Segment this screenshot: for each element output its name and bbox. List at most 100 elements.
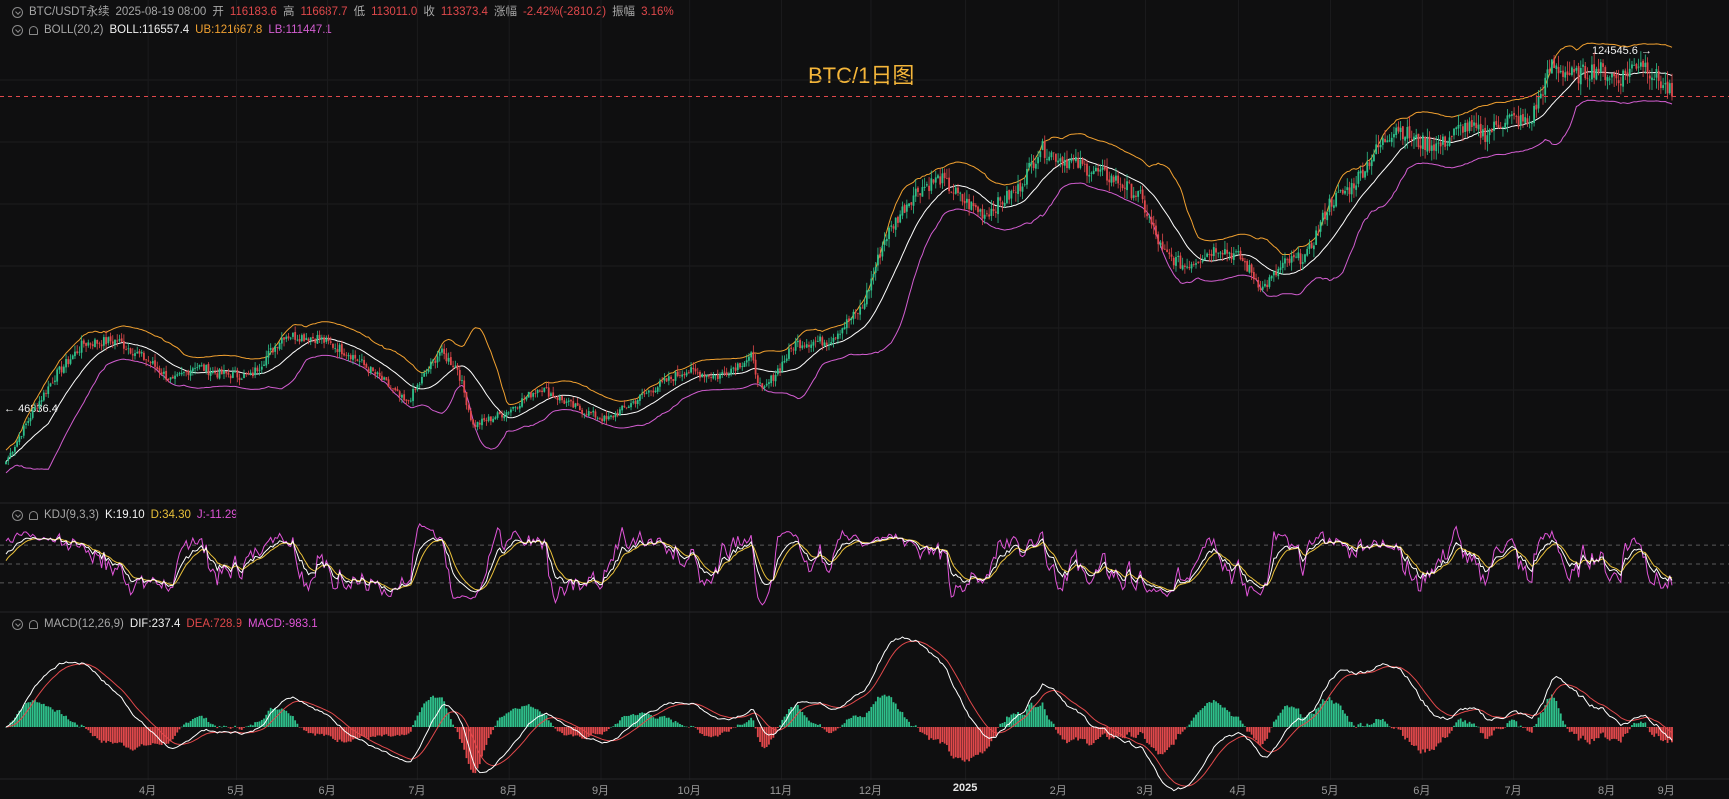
candle-body	[1288, 258, 1291, 264]
macd-bar	[1350, 722, 1353, 727]
macd-bar	[870, 706, 873, 727]
candle-body	[443, 348, 446, 355]
macd-bar	[1557, 708, 1560, 727]
candle-body	[1279, 267, 1282, 270]
candle-body	[1666, 81, 1669, 94]
macd-bar	[1539, 713, 1542, 727]
candle-body	[674, 372, 677, 381]
x-tick-label: 8月	[1598, 785, 1616, 797]
candle-body	[229, 375, 232, 379]
candle-body	[1119, 183, 1122, 185]
candle-body	[1466, 122, 1469, 132]
macd-bar	[1052, 723, 1055, 727]
candle-body	[1526, 118, 1529, 125]
candle-body	[51, 382, 54, 384]
candle-body	[1146, 213, 1148, 217]
candle-body	[1582, 64, 1584, 67]
candle-body	[1023, 184, 1026, 186]
macd-bar	[249, 724, 252, 727]
candle-body	[1517, 116, 1520, 127]
macd-bar	[100, 727, 103, 743]
macd-bar	[1395, 727, 1398, 728]
candle-body	[645, 392, 648, 394]
macd-bar	[1602, 727, 1604, 733]
macd-bar	[1241, 723, 1244, 727]
candle-body	[823, 342, 826, 346]
macd-bar	[1317, 707, 1320, 727]
candle-body	[385, 377, 388, 381]
candle-body	[1644, 62, 1647, 68]
macd-bar	[185, 722, 188, 727]
macd-bar	[1466, 723, 1469, 727]
candle-body	[1528, 122, 1531, 124]
macd-bar	[234, 725, 237, 727]
macd-bar	[1141, 727, 1144, 734]
macd-bar	[134, 727, 136, 750]
candle-body	[1381, 138, 1384, 145]
candle-body	[774, 374, 777, 382]
macd-bar	[961, 727, 964, 761]
candle-body	[745, 360, 748, 363]
candle-body	[1201, 260, 1204, 262]
candle-body	[454, 365, 457, 367]
candle-body	[1175, 257, 1177, 266]
candle-body	[1553, 58, 1556, 69]
macd-bar	[919, 727, 922, 733]
macd-bar	[376, 727, 379, 736]
chart-canvas[interactable]	[0, 0, 1729, 799]
macd-bar	[1426, 727, 1429, 749]
macd-bar	[227, 727, 230, 728]
candle-body	[1130, 183, 1133, 199]
candle-body	[1183, 265, 1186, 268]
macd-bar	[1573, 727, 1576, 734]
macd-bar	[1375, 719, 1378, 727]
macd-bar	[1626, 727, 1629, 734]
macd-bar	[465, 727, 468, 759]
candle-body	[730, 368, 733, 374]
macd-bar	[554, 727, 557, 729]
macd-bar	[941, 727, 944, 743]
macd-bar	[801, 711, 804, 727]
macd-bar	[209, 723, 212, 727]
macd-bar	[592, 727, 595, 734]
candle-body	[719, 374, 721, 379]
candle-body	[825, 342, 828, 346]
macd-bar	[721, 727, 724, 733]
candle-body	[748, 356, 750, 361]
candle-body	[1003, 202, 1006, 206]
macd-bar	[1384, 721, 1386, 727]
candle-body	[100, 344, 103, 347]
candle-body	[641, 393, 644, 395]
candle-body	[1488, 129, 1491, 136]
candle-body	[1257, 279, 1260, 288]
candle-body	[576, 403, 579, 406]
candle-body	[750, 352, 753, 358]
candle-body	[120, 338, 123, 342]
macd-bar	[679, 723, 681, 727]
candle-body	[986, 213, 988, 215]
candle-body	[1608, 78, 1611, 80]
macd-bar	[857, 716, 859, 727]
candle-body	[1295, 256, 1297, 258]
macd-bar	[1155, 727, 1157, 751]
candle-body	[427, 369, 430, 372]
candle-body	[1651, 77, 1653, 81]
macd-bar	[216, 727, 219, 729]
macd-bar	[1390, 727, 1393, 729]
candle-body	[841, 328, 844, 334]
macd-bar	[1579, 727, 1582, 739]
macd-bar	[1183, 727, 1186, 730]
macd-bar	[1571, 727, 1573, 732]
candle-body	[654, 390, 657, 392]
x-tick-label: 7月	[1504, 785, 1522, 797]
candle-body	[405, 399, 408, 401]
candle-body	[309, 337, 312, 341]
macd-bar	[1577, 727, 1580, 741]
candle-body	[20, 436, 23, 437]
macd-bar	[1330, 700, 1333, 727]
macd-bar	[1417, 727, 1420, 751]
candle-body	[303, 334, 305, 342]
candle-body	[474, 424, 477, 428]
candle-body	[630, 403, 632, 408]
candle-body	[696, 372, 699, 374]
